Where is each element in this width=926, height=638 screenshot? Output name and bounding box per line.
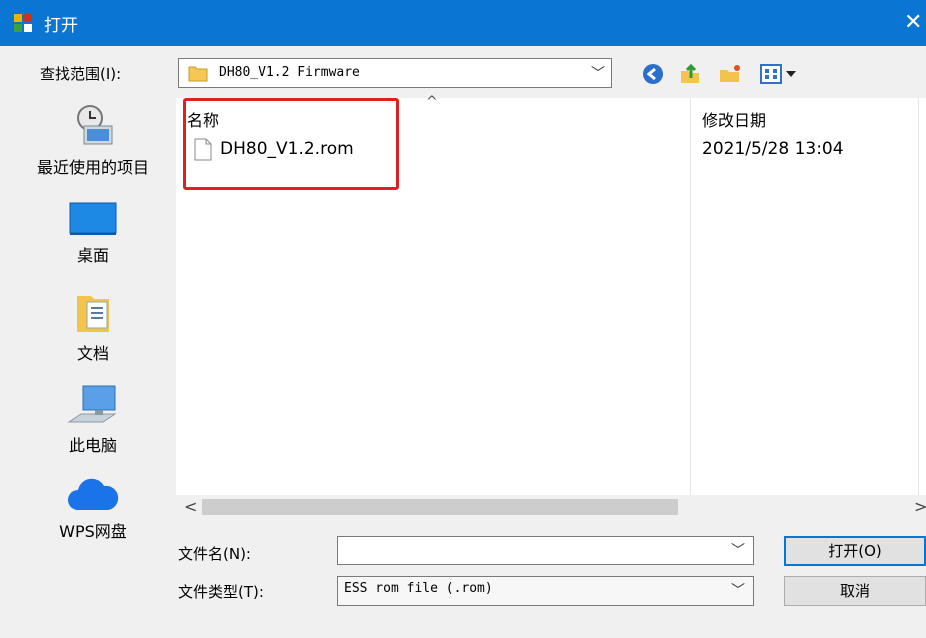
filetype-select[interactable]: ESS rom file (.rom) ﹀ <box>337 576 754 606</box>
places-bar: 最近使用的项目 桌面 文档 此电脑 WPS网盘 <box>14 98 172 618</box>
column-divider <box>918 98 919 495</box>
chevron-down-icon: ﹀ <box>731 583 745 599</box>
place-documents[interactable]: 文档 <box>14 292 172 364</box>
place-desktop[interactable]: 桌面 <box>14 202 172 266</box>
horizontal-scrollbar[interactable]: < > <box>176 495 926 519</box>
scroll-thumb[interactable] <box>202 499 678 515</box>
place-label: 文档 <box>76 344 109 363</box>
filename-input[interactable]: ﹀ <box>337 536 754 565</box>
up-folder-icon[interactable] <box>678 62 702 86</box>
lookin-combobox[interactable]: DH80_V1.2 Firmware ﹀ <box>178 58 612 88</box>
cancel-button[interactable]: 取消 <box>784 576 926 606</box>
computer-icon <box>67 385 117 423</box>
scroll-right-icon[interactable]: > <box>914 497 926 516</box>
file-date: 2021/5/28 13:04 <box>702 139 844 159</box>
filename-label: 文件名(N): <box>178 545 251 563</box>
place-this-pc[interactable]: 此电脑 <box>14 384 172 456</box>
lookin-value: DH80_V1.2 Firmware <box>219 65 360 80</box>
place-label: 桌面 <box>76 246 109 265</box>
place-wps[interactable]: WPS网盘 <box>14 476 172 542</box>
sort-caret-icon: ^ <box>426 94 438 110</box>
lookin-label: 查找范围(I): <box>40 65 122 83</box>
recent-items-icon <box>77 105 113 145</box>
highlight-box <box>183 98 399 190</box>
folder-icon <box>188 66 208 82</box>
place-label: 最近使用的项目 <box>36 158 149 177</box>
app-icon <box>14 14 32 32</box>
column-header-date[interactable]: 修改日期 <box>702 107 766 131</box>
new-folder-icon[interactable] <box>718 62 742 86</box>
place-recent[interactable]: 最近使用的项目 <box>14 102 172 178</box>
window-title: 打开 <box>44 16 78 36</box>
chevron-down-icon: ﹀ <box>591 66 605 82</box>
scroll-left-icon[interactable]: < <box>184 497 197 516</box>
view-menu-icon[interactable] <box>760 62 800 86</box>
back-icon[interactable] <box>641 62 665 86</box>
place-label: WPS网盘 <box>59 522 127 541</box>
close-button[interactable]: ✕ <box>904 8 926 38</box>
documents-icon <box>77 296 109 332</box>
filetype-value: ESS rom file (.rom) <box>344 581 493 596</box>
open-button[interactable]: 打开(O) <box>784 536 926 566</box>
desktop-icon <box>69 202 117 235</box>
place-label: 此电脑 <box>68 436 117 455</box>
filetype-label: 文件类型(T): <box>178 583 264 601</box>
chevron-down-icon: ﹀ <box>731 543 745 559</box>
cloud-icon <box>68 478 119 510</box>
title-bar: 打开 ✕ <box>0 0 926 46</box>
